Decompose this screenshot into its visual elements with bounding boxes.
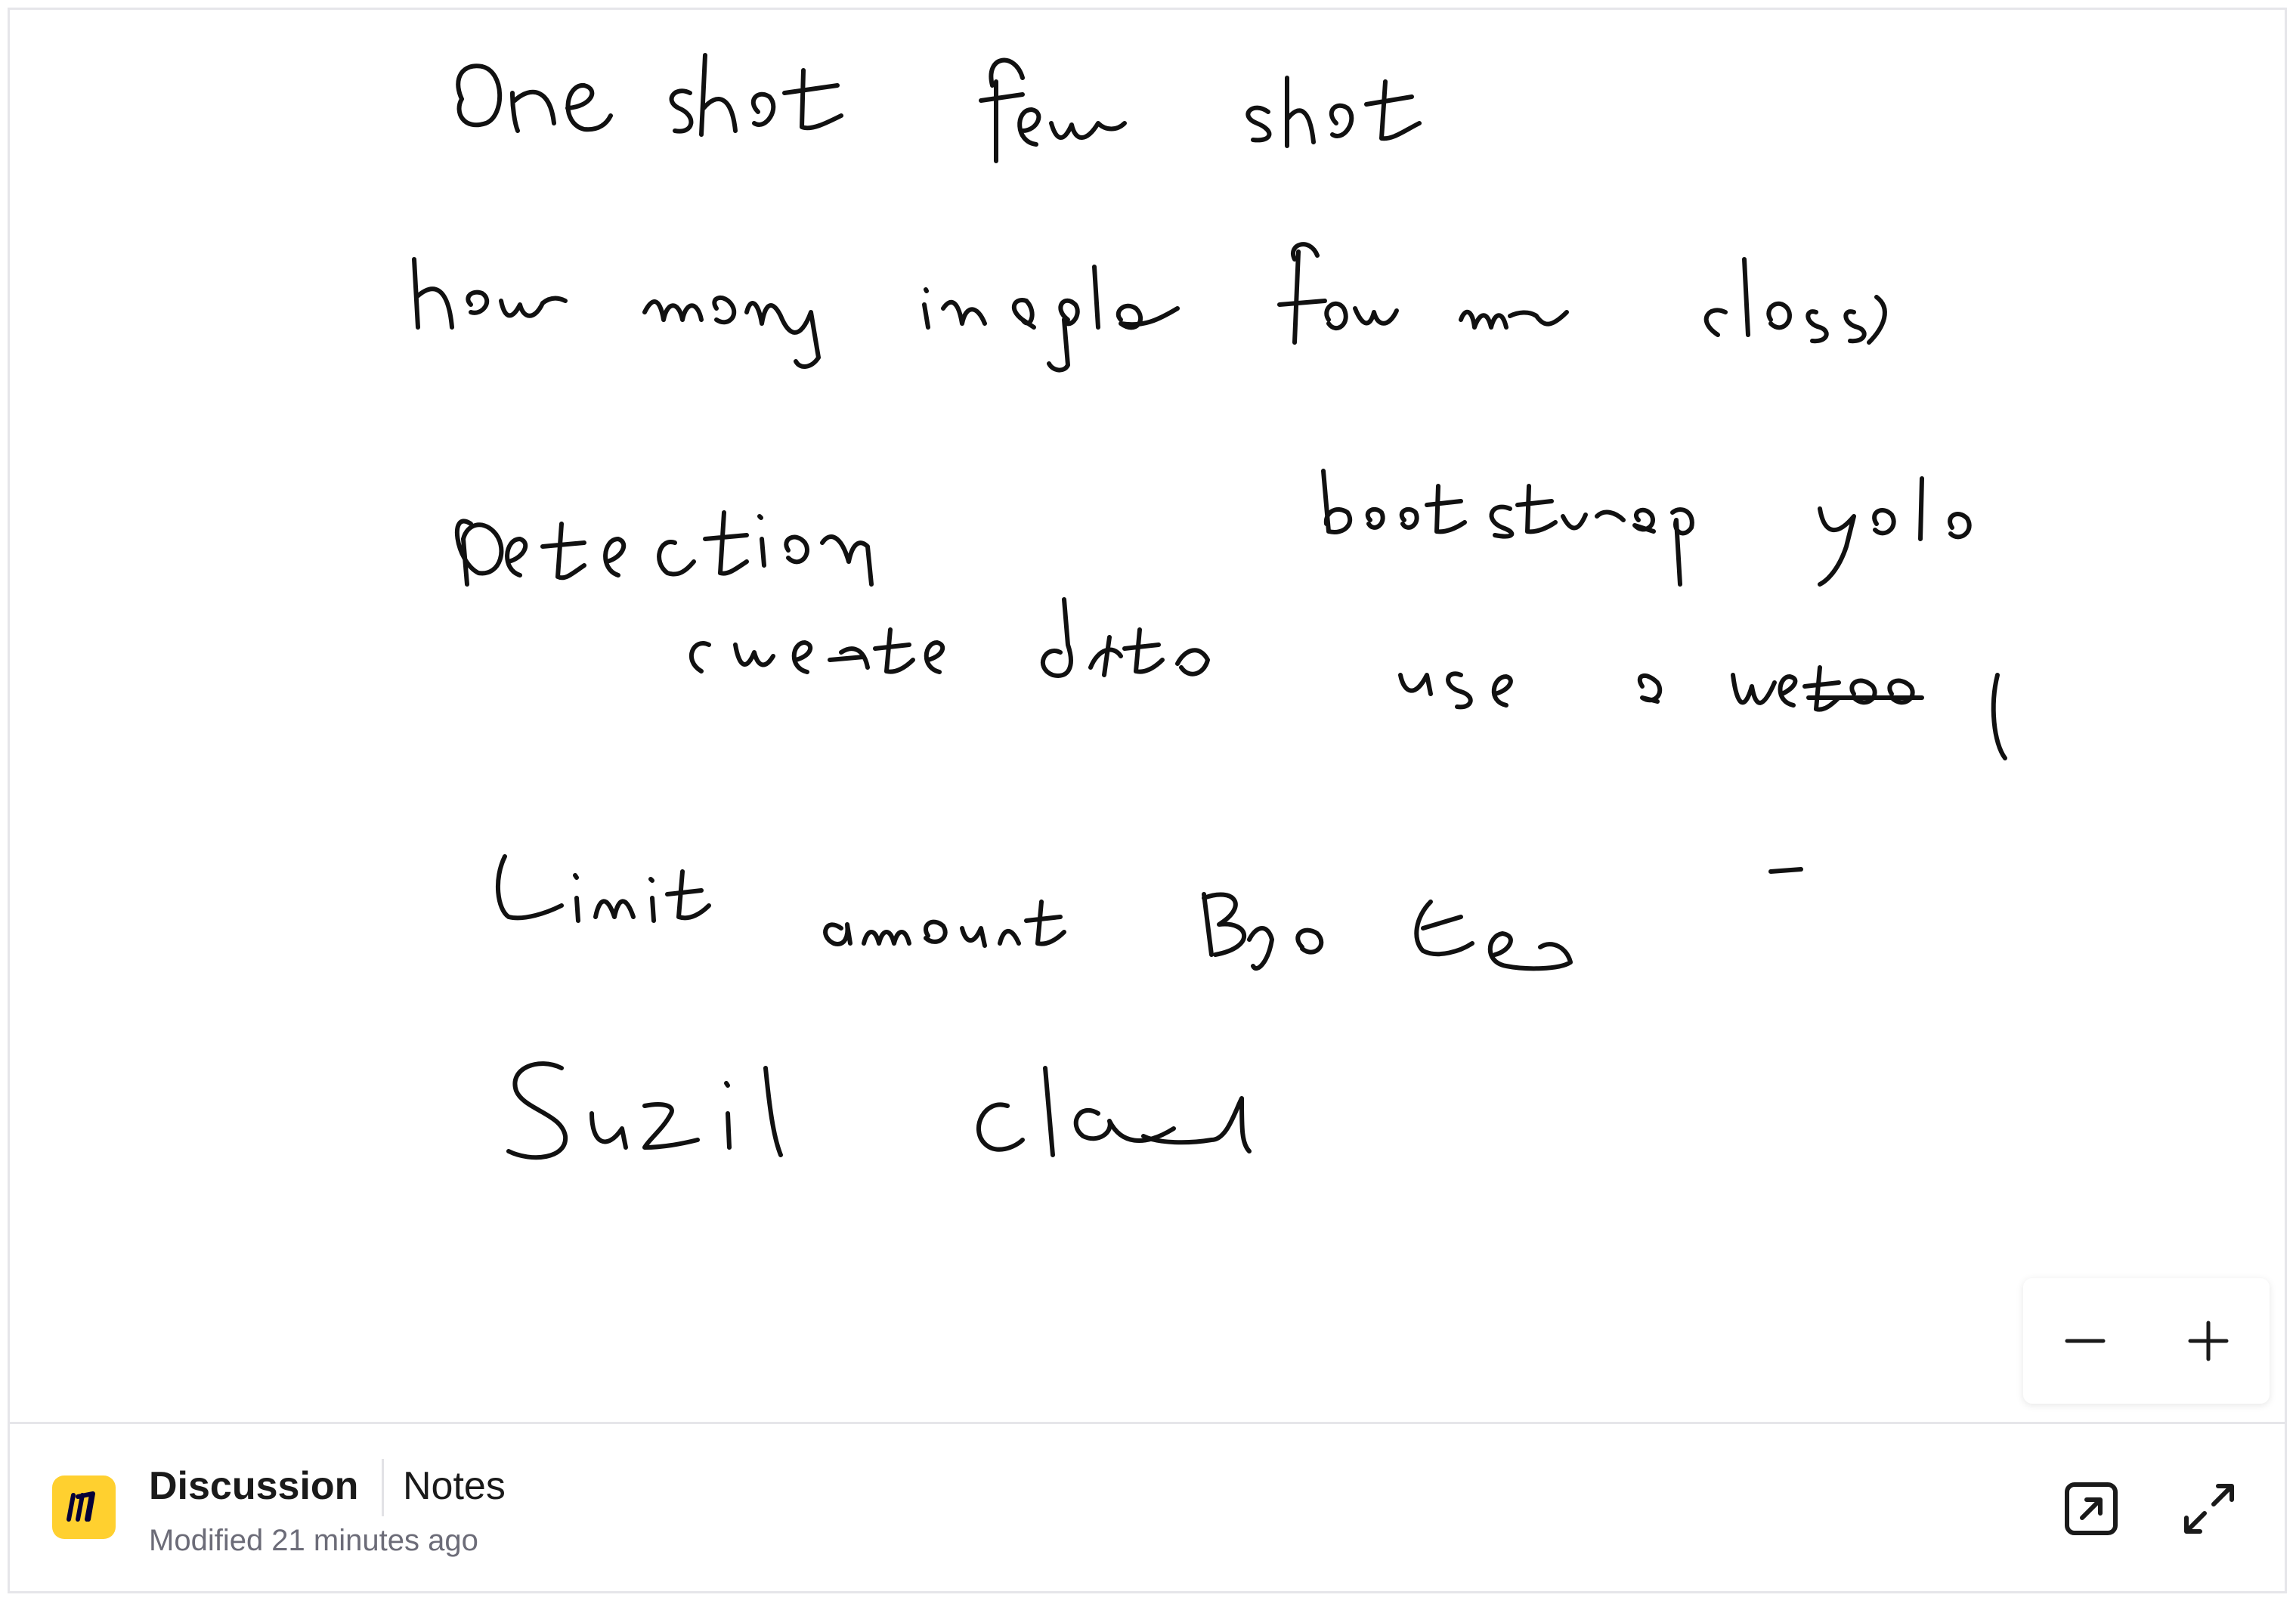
- ink-line-1: [456, 53, 1422, 163]
- board-tag: Notes: [403, 1464, 506, 1508]
- miro-logo-icon: [52, 1475, 116, 1539]
- board-title[interactable]: Discussion: [149, 1462, 358, 1510]
- plus-icon: [2188, 1321, 2228, 1361]
- board-embed: Discussion Notes Modified 21 minutes ago: [8, 8, 2287, 1593]
- ink-line-3: [454, 469, 1972, 587]
- ink-line-2: [412, 242, 1887, 373]
- external-link-icon: [2065, 1482, 2118, 1535]
- open-board-button[interactable]: [2055, 1472, 2127, 1545]
- ink-line-4: [688, 597, 2007, 760]
- expand-icon: [2184, 1484, 2234, 1534]
- ink-line-6: [506, 1061, 1252, 1160]
- title-divider: [382, 1459, 384, 1516]
- ink-line-5: [495, 854, 1803, 971]
- zoom-in-button[interactable]: [2163, 1296, 2254, 1386]
- minus-icon: [2065, 1339, 2105, 1343]
- board-footer: Discussion Notes Modified 21 minutes ago: [10, 1422, 2285, 1591]
- fullscreen-button[interactable]: [2173, 1472, 2245, 1545]
- modified-timestamp: Modified 21 minutes ago: [149, 1524, 478, 1557]
- zoom-out-button[interactable]: [2040, 1296, 2130, 1386]
- zoom-controls: [2023, 1278, 2270, 1404]
- handwriting-ink: [412, 53, 2007, 1160]
- whiteboard-canvas[interactable]: [10, 10, 2285, 1422]
